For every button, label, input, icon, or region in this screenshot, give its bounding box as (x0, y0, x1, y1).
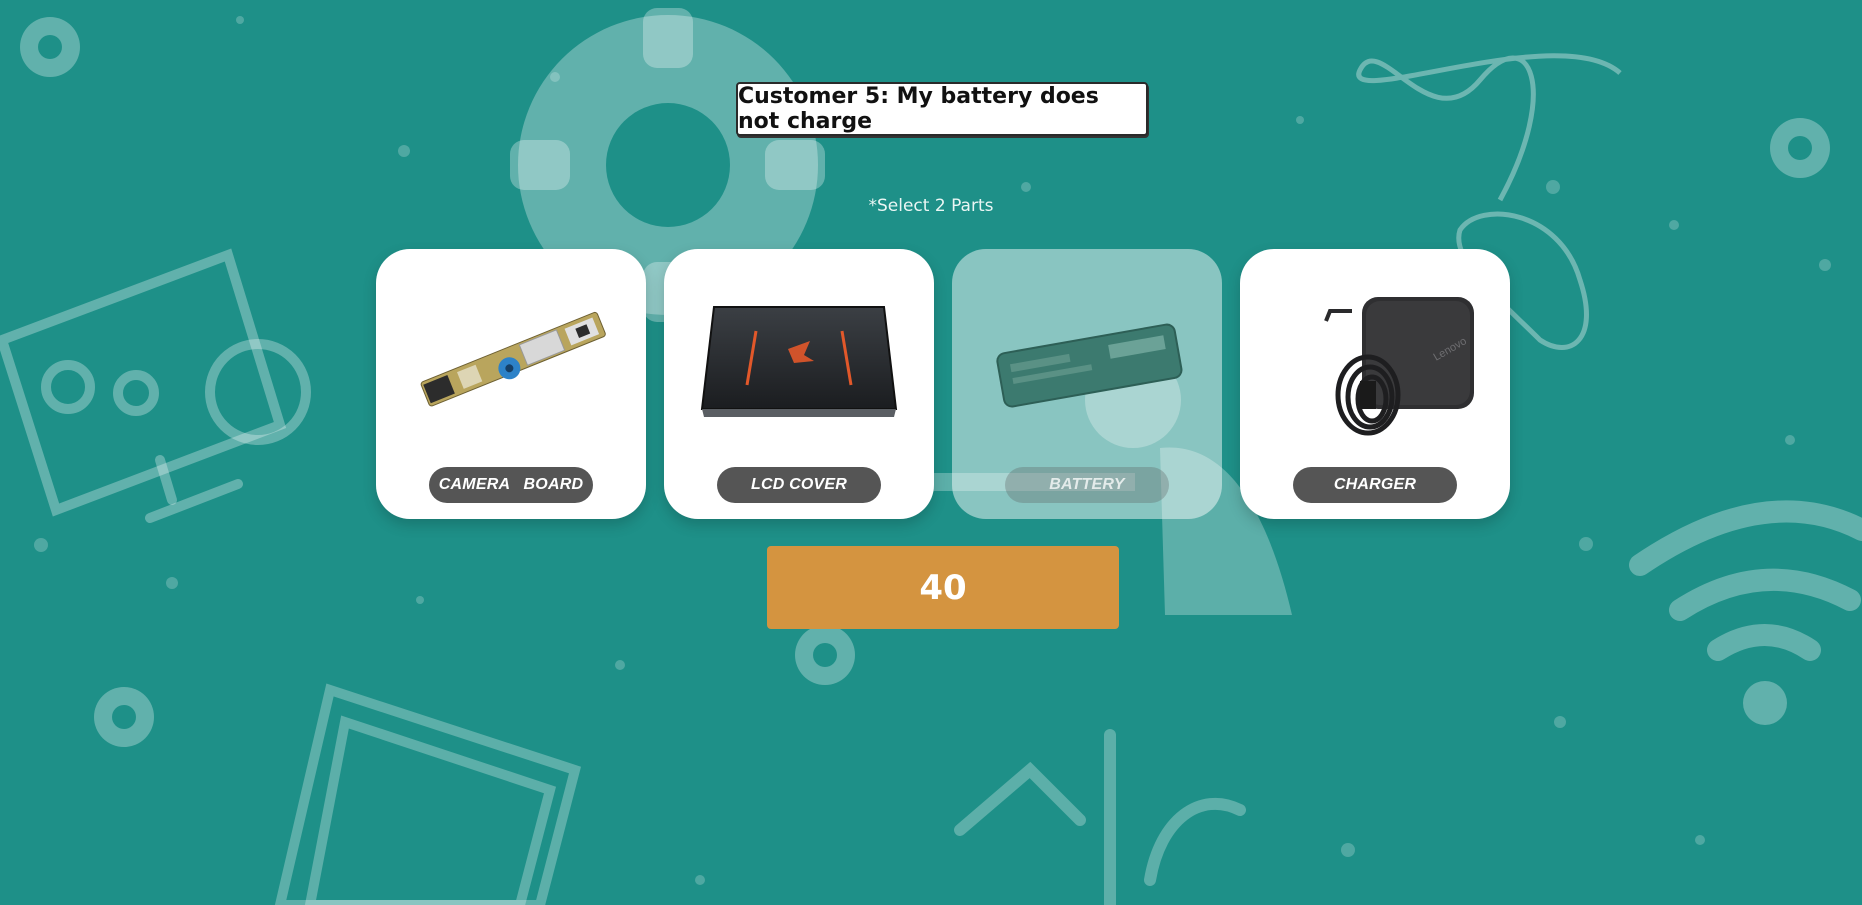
tablet-icon (274, 683, 582, 905)
select-hint: *Select 2 Parts (868, 196, 994, 216)
charger-icon: Lenovo (1324, 297, 1474, 436)
part-card-battery[interactable]: BATTERY (952, 249, 1222, 519)
lcd-cover-icon (700, 306, 898, 417)
wifi-dot (1743, 681, 1787, 725)
battery-icon (996, 323, 1183, 408)
customer-title: Customer 5: My battery does not charge (736, 82, 1148, 136)
part-card-charger[interactable]: Lenovo CHARGER (1240, 249, 1510, 519)
score-counter: 40 (767, 546, 1119, 629)
parts-grid: CAMERA BOARD LCD COVER BATTERY Lenovo CH… (376, 249, 1511, 519)
camera-board-icon (420, 311, 606, 407)
part-card-camera-board[interactable]: CAMERA BOARD (376, 249, 646, 519)
monitor-icon (0, 248, 311, 523)
part-label-charger: CHARGER (1293, 467, 1457, 503)
tools-icon (954, 729, 1246, 905)
part-label-battery: BATTERY (1005, 467, 1169, 503)
part-label-camera-board: CAMERA BOARD (429, 467, 593, 503)
wifi-icon (1629, 500, 1862, 661)
part-card-lcd-cover[interactable]: LCD COVER (664, 249, 934, 519)
part-label-lcd-cover: LCD COVER (717, 467, 881, 503)
